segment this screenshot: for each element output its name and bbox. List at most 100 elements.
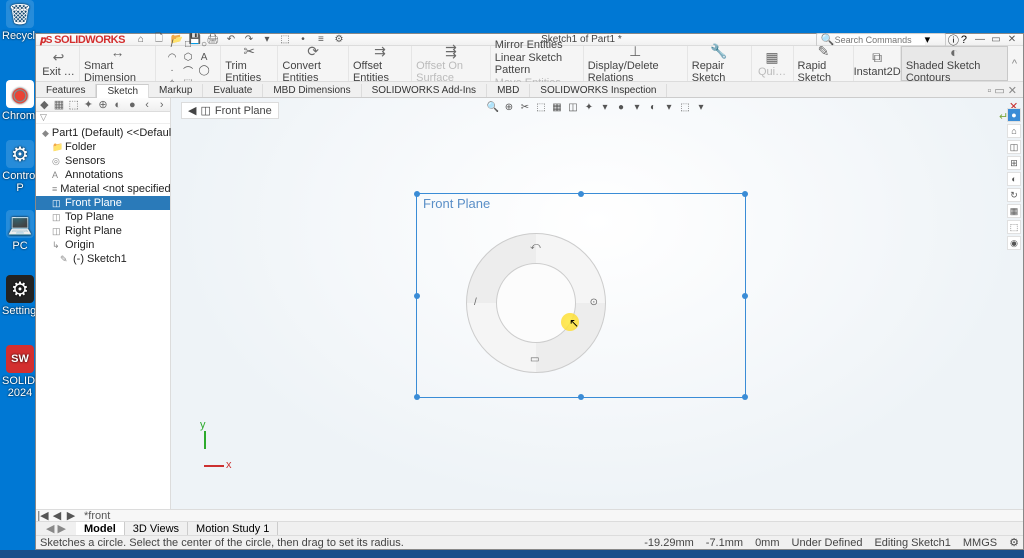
taskpane-properties-icon[interactable]: ⊞ (1007, 156, 1021, 170)
plane-handle[interactable] (414, 394, 420, 400)
shaded-contours-button[interactable]: ◐Shaded Sketch Contours (901, 46, 1008, 81)
status-units[interactable]: MMGS (963, 537, 997, 549)
plane-handle[interactable] (742, 191, 748, 197)
polygon-tool-icon[interactable]: ⬡ (182, 51, 194, 63)
tree-root[interactable]: ◆Part1 (Default) <<Default>_Display ! (36, 126, 170, 140)
maximize-button[interactable]: ▭ (989, 34, 1003, 46)
dropdown-icon[interactable]: ▾ (630, 100, 644, 114)
gesture-right-icon[interactable]: ⊙ (590, 297, 598, 308)
taskpane-resources-icon[interactable]: ● (1007, 108, 1021, 122)
tab-mbd-dimensions[interactable]: MBD Dimensions (263, 84, 361, 97)
tree-item-right-plane[interactable]: ◫Right Plane (36, 224, 170, 238)
point-tool-icon[interactable]: · (166, 64, 178, 76)
doc-window-controls[interactable]: ▫ ▭ ✕ (981, 84, 1023, 97)
desktop-icon-chrome[interactable]: ◉Chrome (2, 80, 38, 122)
apply-scene-icon[interactable]: ◐ (646, 100, 660, 114)
graphics-canvas[interactable]: 🔍 ⊕ ✂ ⬚ ▦ ◫ ✦ ▾ ● ▾ ◐ ▾ ⬚ ▾ ◀ ◫ Front Pl… (171, 98, 1023, 509)
qat-rebuild-icon[interactable]: ⬚ (277, 34, 293, 46)
linear-pattern-button[interactable]: Linear Sketch Pattern (495, 52, 579, 76)
tab-evaluate[interactable]: Evaluate (203, 84, 263, 97)
mirror-entities-button[interactable]: Mirror Entities (495, 39, 563, 51)
tab-addins[interactable]: SOLIDWORKS Add-Ins (362, 84, 487, 97)
plane-handle[interactable] (414, 191, 420, 197)
tree-tab-display-icon[interactable]: ⊕ (97, 98, 110, 111)
line-tool-icon[interactable]: / (166, 38, 178, 50)
view-orient-icon[interactable]: ▦ (550, 100, 564, 114)
desktop-icon-recycle[interactable]: 🗑Recycle (2, 0, 38, 42)
display-style-icon[interactable]: ◫ (566, 100, 580, 114)
tab-sketch[interactable]: Sketch (96, 84, 149, 98)
offset-entities-button[interactable]: ⇉Offset Entities (349, 46, 412, 81)
qat-home-icon[interactable]: ⌂ (133, 34, 149, 46)
tree-tab-appearance-icon[interactable]: ◐ (111, 99, 124, 111)
circle-tool-icon[interactable]: ○ (198, 38, 210, 50)
repair-sketch-button[interactable]: 🔧Repair Sketch (688, 46, 752, 81)
back-icon[interactable]: ◀ (188, 104, 196, 117)
gesture-top-icon[interactable]: ⤺ (530, 241, 541, 252)
tree-tab-config-icon[interactable]: ⬚ (67, 98, 80, 111)
plane-handle[interactable] (742, 293, 748, 299)
tab-mbd[interactable]: MBD (487, 84, 530, 97)
search-commands[interactable]: 🔍 ▾ (816, 33, 946, 47)
taskpane-design-icon[interactable]: ◫ (1007, 140, 1021, 154)
tree-next-icon[interactable]: › (155, 99, 168, 111)
zoom-fit-icon[interactable]: 🔍 (486, 100, 500, 114)
close-button[interactable]: ✕ (1005, 34, 1019, 46)
status-settings-icon[interactable]: ⚙ (1009, 536, 1019, 549)
taskpane-custom-icon[interactable]: ↻ (1007, 188, 1021, 202)
taskpane-other-icon[interactable]: ◉ (1007, 236, 1021, 250)
minimize-button[interactable]: — (973, 34, 987, 46)
plane-handle[interactable] (414, 293, 420, 299)
smart-dimension-button[interactable]: ↔Smart Dimension (80, 46, 156, 81)
tree-filter[interactable]: ▽ (36, 112, 170, 124)
tree-item-sketch1[interactable]: ✎(-) Sketch1 (36, 252, 170, 266)
qat-select-dropdown-icon[interactable]: ▾ (259, 34, 275, 46)
desktop-icon-controlpanel[interactable]: ⚙Control P (2, 140, 38, 194)
instant2d-button[interactable]: ⧉Instant2D (854, 46, 900, 81)
plane-handle[interactable] (742, 394, 748, 400)
help-icon[interactable]: ? (961, 34, 967, 46)
tree-item-origin[interactable]: ↳Origin (36, 238, 170, 252)
bottom-tab-3dviews[interactable]: 3D Views (125, 522, 188, 536)
dropdown-icon[interactable]: ▾ (662, 100, 676, 114)
tree-item-material[interactable]: ≡Material <not specified> (36, 182, 170, 196)
windows-taskbar[interactable] (0, 550, 1024, 558)
tree-item-front-plane[interactable]: ◫Front Plane (36, 196, 170, 210)
tab-nav-icons[interactable]: ◀ ▶ (36, 522, 76, 535)
tab-markup[interactable]: Markup (149, 84, 203, 97)
ribbon-collapse-icon[interactable]: ^ (1008, 58, 1021, 70)
section-view-icon[interactable]: ⬚ (534, 100, 548, 114)
arc-tool-icon[interactable]: ◠ (166, 51, 178, 63)
text-tool-icon[interactable]: A (198, 51, 210, 63)
bottom-tab-model[interactable]: Model (76, 522, 125, 536)
qat-settings-icon[interactable]: ⚙ (331, 34, 347, 46)
plane-handle[interactable] (578, 191, 584, 197)
taskpane-appearance-icon[interactable]: ◐ (1007, 172, 1021, 186)
desktop-icon-settings[interactable]: ⚙Settings (2, 275, 38, 317)
tab-inspection[interactable]: SOLIDWORKS Inspection (530, 84, 667, 97)
plane-handle[interactable] (578, 394, 584, 400)
view-settings-icon[interactable]: ⬚ (678, 100, 692, 114)
tree-item-annotations[interactable]: AAnnotations (36, 168, 170, 182)
rect-tool-icon[interactable]: □ (182, 38, 194, 50)
convert-entities-button[interactable]: ⟳Convert Entities (278, 46, 349, 81)
desktop-icon-pc[interactable]: 💻PC (2, 210, 38, 252)
tree-tab-other-icon[interactable]: ● (126, 99, 139, 111)
ellipse-tool-icon[interactable]: ◯ (198, 64, 210, 76)
gesture-left-icon[interactable]: / (474, 297, 477, 308)
qat-undo-icon[interactable]: ↶ (223, 34, 239, 46)
spline-tool-icon[interactable]: ⌒ (182, 64, 194, 76)
display-relations-button[interactable]: ⊥Display/Delete Relations (584, 46, 688, 81)
tab-features[interactable]: Features (36, 84, 96, 97)
selection-breadcrumb[interactable]: ◀ ◫ Front Plane (181, 102, 279, 119)
bottom-tab-motion[interactable]: Motion Study 1 (188, 522, 278, 536)
prev-view-icon[interactable]: ✂ (518, 100, 532, 114)
search-input[interactable] (835, 35, 925, 45)
tree-tab-property-icon[interactable]: ▦ (53, 98, 66, 111)
hide-show-icon[interactable]: ✦ (582, 100, 596, 114)
dropdown-icon[interactable]: ▾ (598, 100, 612, 114)
tree-item-folder[interactable]: 📁Folder (36, 140, 170, 154)
taskpane-home-icon[interactable]: ⌂ (1007, 124, 1021, 138)
tree-item-top-plane[interactable]: ◫Top Plane (36, 210, 170, 224)
taskpane-forum-icon[interactable]: ▦ (1007, 204, 1021, 218)
